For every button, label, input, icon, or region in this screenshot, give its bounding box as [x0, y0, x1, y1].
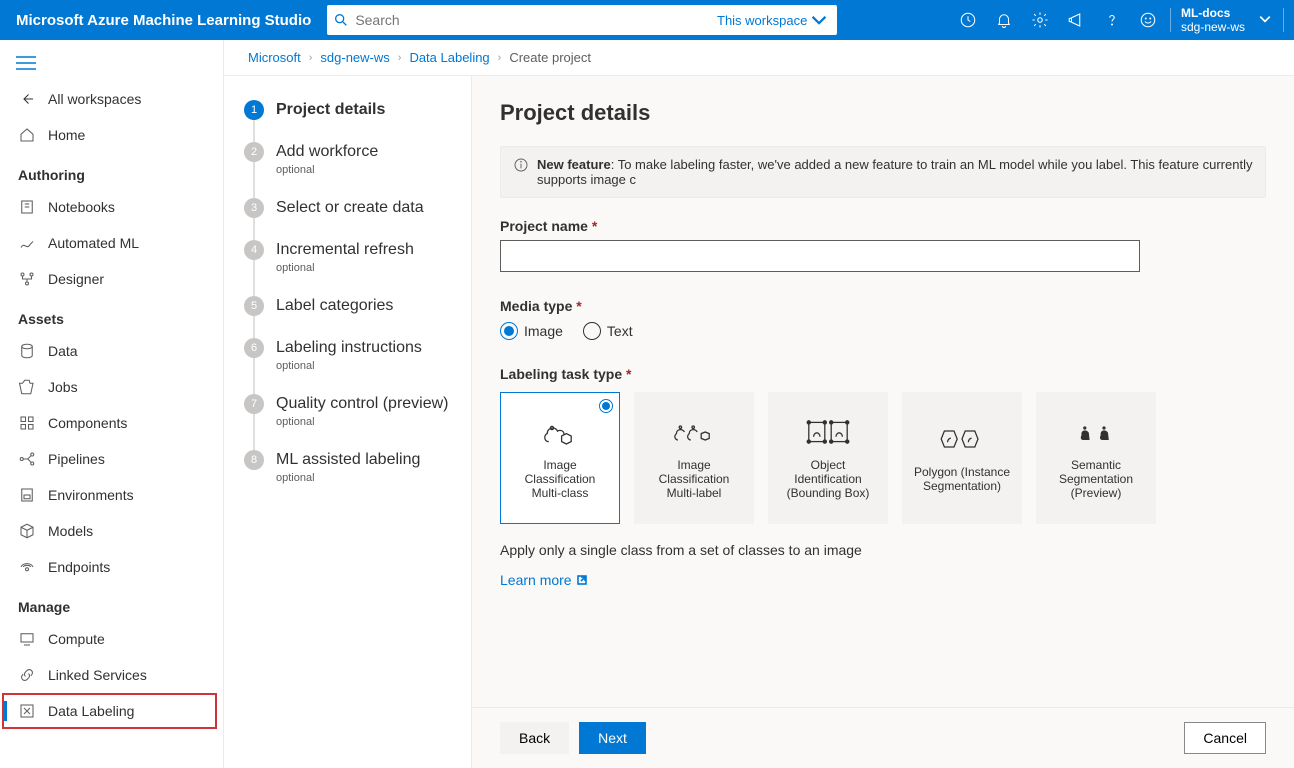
nav-environments[interactable]: Environments [0, 477, 223, 513]
account-chevron[interactable] [1253, 12, 1277, 28]
step-add-workforce[interactable]: 2Add workforceoptional [244, 142, 463, 198]
breadcrumb-current: Create project [509, 50, 591, 65]
search-scope-dropdown[interactable]: This workspace [717, 12, 831, 28]
tile-polygon-segmentation[interactable]: Polygon (Instance Segmentation) [902, 392, 1022, 524]
account-switcher[interactable]: ML-docs sdg-new-ws [1177, 6, 1249, 34]
wizard-footer: Back Next Cancel [472, 707, 1294, 768]
search-input[interactable] [349, 12, 717, 28]
tile-image-classification-multilabel[interactable]: Image Classification Multi-label [634, 392, 754, 524]
step-labeling-instructions[interactable]: 6Labeling instructionsoptional [244, 338, 463, 394]
chevron-right-icon: › [309, 52, 313, 64]
step-incremental-refresh[interactable]: 4Incremental refreshoptional [244, 240, 463, 296]
nav-section-assets[interactable]: Assets [0, 297, 223, 333]
nav-data-labeling[interactable]: Data Labeling [0, 693, 223, 729]
back-button[interactable]: Back [500, 722, 569, 754]
nav-notebooks[interactable]: Notebooks [0, 189, 223, 225]
step-project-details[interactable]: 1Project details [244, 100, 463, 142]
hamburger-toggle[interactable] [0, 48, 223, 81]
page-title: Project details [500, 100, 1266, 126]
learn-more-link[interactable]: Learn more [500, 572, 588, 588]
nav-models[interactable]: Models [0, 513, 223, 549]
clock-icon[interactable] [952, 4, 984, 36]
chevron-down-icon [811, 12, 827, 28]
step-ml-assisted[interactable]: 8ML assisted labelingoptional [244, 450, 463, 506]
breadcrumb-data-labeling[interactable]: Data Labeling [409, 50, 489, 65]
media-type-image-radio[interactable]: Image [500, 322, 563, 340]
media-type-label: Media type * [500, 298, 1266, 314]
nav-compute[interactable]: Compute [0, 621, 223, 657]
nav-pipelines[interactable]: Pipelines [0, 441, 223, 477]
help-icon[interactable] [1096, 4, 1128, 36]
gear-icon[interactable] [1024, 4, 1056, 36]
wizard-steps: 1Project details 2Add workforceoptional … [224, 76, 472, 768]
nav-automated-ml[interactable]: Automated ML [0, 225, 223, 261]
megaphone-icon[interactable] [1060, 4, 1092, 36]
breadcrumb-microsoft[interactable]: Microsoft [248, 50, 301, 65]
tile-object-identification[interactable]: Object Identification (Bounding Box) [768, 392, 888, 524]
nav-data[interactable]: Data [0, 333, 223, 369]
project-name-input[interactable] [500, 240, 1140, 272]
tile-semantic-segmentation[interactable]: Semantic Segmentation (Preview) [1036, 392, 1156, 524]
step-select-data[interactable]: 3Select or create data [244, 198, 463, 240]
info-icon [513, 157, 529, 173]
nav-designer[interactable]: Designer [0, 261, 223, 297]
smile-icon[interactable] [1132, 4, 1164, 36]
chevron-right-icon: › [498, 52, 502, 64]
task-type-label: Labeling task type * [500, 366, 1266, 382]
search-icon [333, 12, 349, 28]
app-header: Microsoft Azure Machine Learning Studio … [0, 0, 1294, 40]
project-name-label: Project name * [500, 218, 1266, 234]
media-type-text-radio[interactable]: Text [583, 322, 633, 340]
bell-icon[interactable] [988, 4, 1020, 36]
nav-endpoints[interactable]: Endpoints [0, 549, 223, 585]
nav-section-authoring[interactable]: Authoring [0, 153, 223, 189]
nav-jobs[interactable]: Jobs [0, 369, 223, 405]
next-button[interactable]: Next [579, 722, 646, 754]
brand-title: Microsoft Azure Machine Learning Studio [8, 12, 319, 29]
left-nav: All workspaces Home Authoring Notebooks … [0, 40, 224, 768]
nav-linked-services[interactable]: Linked Services [0, 657, 223, 693]
tile-image-classification-multiclass[interactable]: Image Classification Multi-class [500, 392, 620, 524]
selected-indicator-icon [599, 399, 613, 413]
header-divider [1170, 8, 1171, 32]
nav-section-manage[interactable]: Manage [0, 585, 223, 621]
nav-home[interactable]: Home [0, 117, 223, 153]
breadcrumb: Microsoft › sdg-new-ws › Data Labeling ›… [224, 40, 1294, 76]
step-label-categories[interactable]: 5Label categories [244, 296, 463, 338]
nav-components[interactable]: Components [0, 405, 223, 441]
chevron-right-icon: › [398, 52, 402, 64]
header-divider-2 [1283, 8, 1284, 32]
cancel-button[interactable]: Cancel [1184, 722, 1266, 754]
task-description: Apply only a single class from a set of … [500, 542, 1266, 558]
step-quality-control[interactable]: 7Quality control (preview)optional [244, 394, 463, 450]
info-banner: New feature: To make labeling faster, we… [500, 146, 1266, 198]
nav-all-workspaces[interactable]: All workspaces [0, 81, 223, 117]
breadcrumb-workspace[interactable]: sdg-new-ws [320, 50, 389, 65]
global-search[interactable]: This workspace [327, 5, 837, 35]
